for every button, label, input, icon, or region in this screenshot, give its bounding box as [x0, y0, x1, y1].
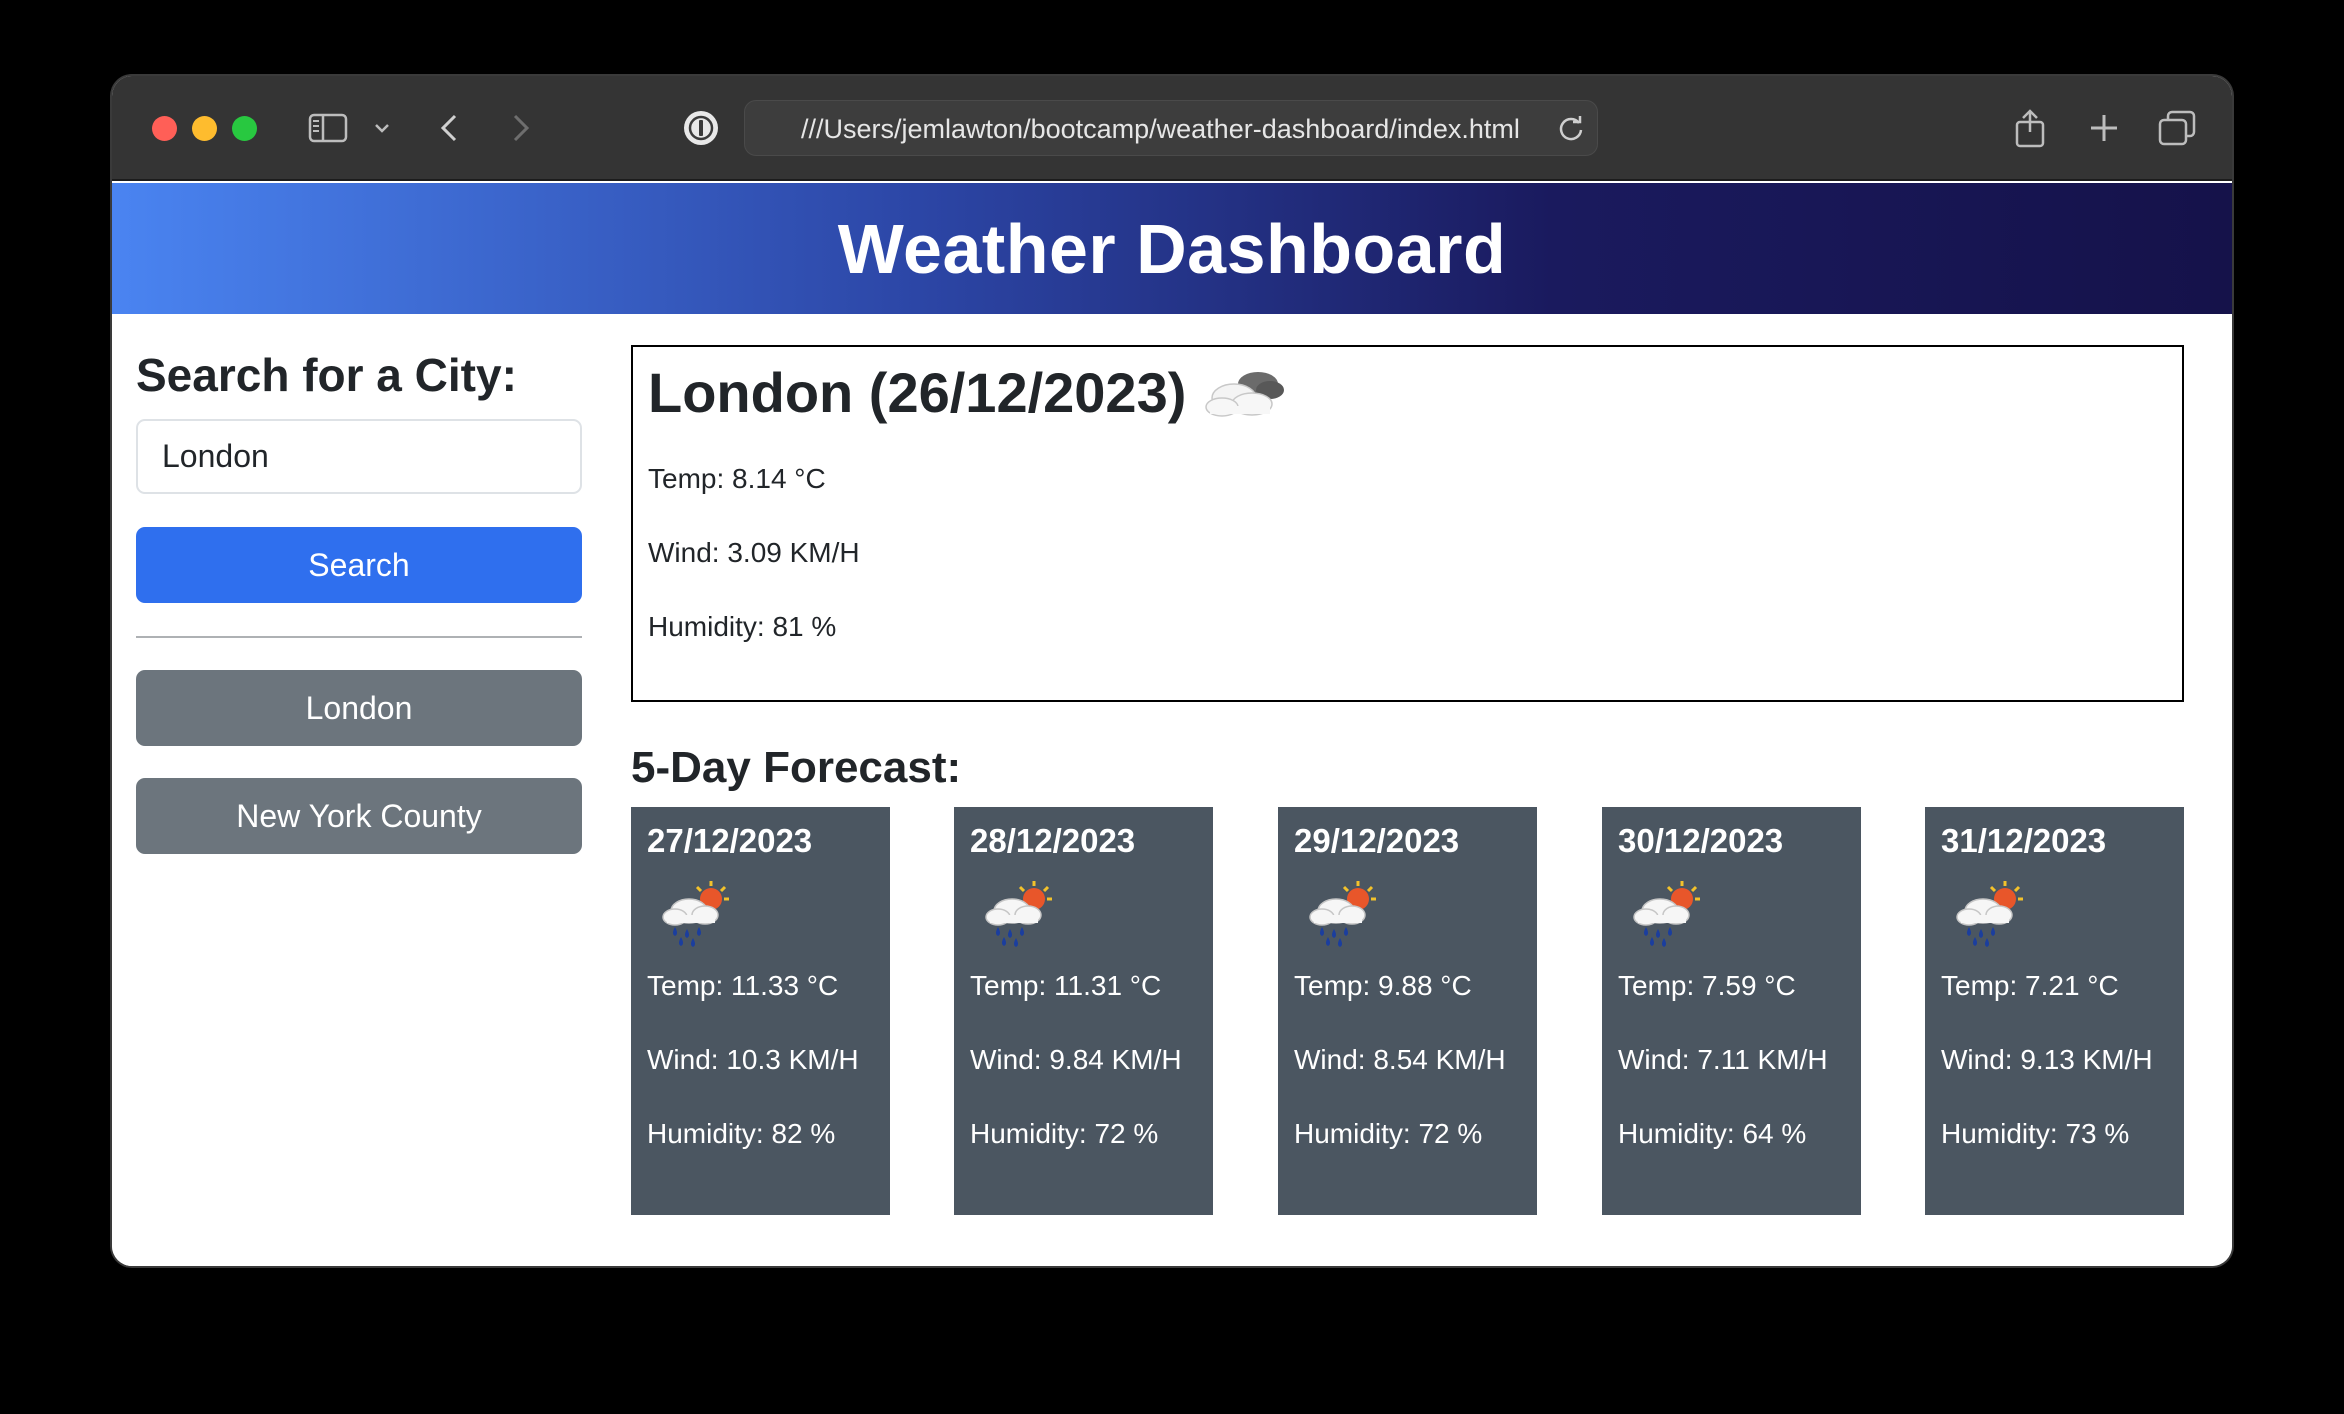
forecast-humidity: Humidity: 72 % — [970, 1118, 1159, 1149]
search-heading: Search for a City: — [136, 349, 517, 401]
forward-icon[interactable] — [506, 100, 536, 156]
browser-window: ///Users/jemlawton/bootcamp/weather-dash… — [112, 76, 2232, 1266]
chevron-down-icon[interactable] — [370, 100, 394, 156]
forecast-temp: Temp: 9.88 °C — [1294, 970, 1472, 1001]
forecast-cards: 27/12/2023 Temp: 11.33 °C Wind: 10.3 KM/… — [631, 807, 2184, 1215]
forecast-humidity: Humidity: 72 % — [1294, 1118, 1483, 1149]
cloudy-icon — [1200, 362, 1288, 422]
page-title: Weather Dashboard — [837, 209, 1507, 288]
history-button-new-york-county[interactable]: New York County — [136, 778, 582, 854]
address-bar[interactable]: ///Users/jemlawton/bootcamp/weather-dash… — [744, 100, 1598, 156]
page-content: Weather Dashboard Search for a City: Sea… — [112, 183, 2232, 1266]
forecast-temp: Temp: 11.31 °C — [970, 970, 1162, 1001]
rain-sun-icon — [1300, 877, 1390, 949]
rain-sun-icon — [1947, 877, 2037, 949]
forecast-temp: Temp: 7.21 °C — [1941, 970, 2119, 1001]
forecast-card: 27/12/2023 Temp: 11.33 °C Wind: 10.3 KM/… — [631, 807, 890, 1215]
sidebar-toggle-icon[interactable] — [306, 100, 350, 156]
forecast-card: 31/12/2023 Temp: 7.21 °C Wind: 9.13 KM/H… — [1925, 807, 2184, 1215]
forecast-wind: Wind: 9.13 KM/H — [1941, 1044, 2153, 1075]
password-manager-icon[interactable] — [680, 100, 722, 156]
share-icon[interactable] — [2010, 100, 2050, 156]
forecast-humidity: Humidity: 82 % — [647, 1118, 836, 1149]
forecast-temp: Temp: 11.33 °C — [647, 970, 839, 1001]
zoom-window-button[interactable] — [232, 116, 257, 141]
tab-overview-icon[interactable] — [2156, 100, 2198, 156]
search-button[interactable]: Search — [136, 527, 582, 603]
forecast-date: 29/12/2023 — [1294, 822, 1460, 859]
reload-icon[interactable] — [1557, 115, 1585, 143]
current-humidity: Humidity: 81 % — [648, 611, 837, 642]
rain-sun-icon — [653, 877, 743, 949]
new-tab-icon[interactable] — [2084, 100, 2124, 156]
search-panel: Search for a City: Search London New Yor… — [136, 343, 582, 854]
forecast-card: 30/12/2023 Temp: 7.59 °C Wind: 7.11 KM/H… — [1602, 807, 1861, 1215]
forecast-temp: Temp: 7.59 °C — [1618, 970, 1796, 1001]
back-icon[interactable] — [434, 100, 464, 156]
city-search-input[interactable] — [136, 419, 582, 494]
current-temp: Temp: 8.14 °C — [648, 463, 826, 494]
forecast-wind: Wind: 7.11 KM/H — [1618, 1044, 1828, 1075]
url-text: ///Users/jemlawton/bootcamp/weather-dash… — [801, 114, 1520, 144]
forecast-wind: Wind: 9.84 KM/H — [970, 1044, 1182, 1075]
forecast-humidity: Humidity: 73 % — [1941, 1118, 2130, 1149]
close-window-button[interactable] — [152, 116, 177, 141]
forecast-date: 27/12/2023 — [647, 822, 813, 859]
current-weather-title: London (26/12/2023) — [648, 360, 1187, 424]
forecast-wind: Wind: 8.54 KM/H — [1294, 1044, 1506, 1075]
forecast-heading: 5-Day Forecast: — [631, 743, 962, 792]
divider — [136, 636, 582, 638]
current-weather-card: London (26/12/2023) Temp: 8.14 °C Wind: … — [631, 345, 2184, 702]
forecast-date: 30/12/2023 — [1618, 822, 1784, 859]
forecast-humidity: Humidity: 64 % — [1618, 1118, 1807, 1149]
forecast-card: 28/12/2023 Temp: 11.31 °C Wind: 9.84 KM/… — [954, 807, 1213, 1215]
history-button-london[interactable]: London — [136, 670, 582, 746]
forecast-date: 28/12/2023 — [970, 822, 1136, 859]
rain-sun-icon — [1624, 877, 1714, 949]
forecast-wind: Wind: 10.3 KM/H — [647, 1044, 859, 1075]
browser-toolbar: ///Users/jemlawton/bootcamp/weather-dash… — [112, 76, 2232, 181]
page-header: Weather Dashboard — [112, 183, 2232, 314]
current-wind: Wind: 3.09 KM/H — [648, 537, 860, 568]
forecast-card: 29/12/2023 Temp: 9.88 °C Wind: 8.54 KM/H… — [1278, 807, 1537, 1215]
forecast-date: 31/12/2023 — [1941, 822, 2107, 859]
minimize-window-button[interactable] — [192, 116, 217, 141]
rain-sun-icon — [976, 877, 1066, 949]
